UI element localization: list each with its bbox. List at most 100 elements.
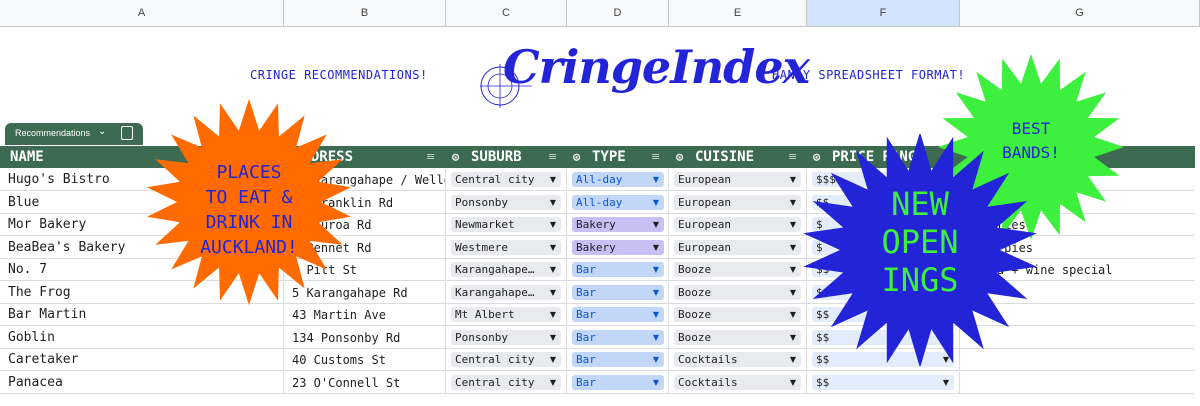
- cell-name[interactable]: Panacea: [0, 371, 284, 394]
- dropdown-arrow-icon[interactable]: ▼: [653, 352, 659, 367]
- dropdown-arrow-icon[interactable]: ▼: [550, 307, 556, 322]
- type-chip[interactable]: Bakery ▼: [572, 239, 664, 255]
- price-chip[interactable]: $$ ▼: [812, 374, 954, 390]
- dropdown-arrow-icon[interactable]: ▼: [790, 285, 796, 300]
- header-name[interactable]: NAME: [10, 146, 44, 168]
- dropdown-arrow-icon[interactable]: ▼: [653, 330, 659, 345]
- dropdown-arrow-icon[interactable]: ▼: [550, 375, 556, 390]
- cell-cuisine[interactable]: European ▼: [669, 214, 807, 236]
- dropdown-arrow-icon[interactable]: ▼: [653, 217, 659, 232]
- cell-cuisine[interactable]: European ▼: [669, 191, 807, 214]
- filter-icon[interactable]: ≡: [426, 146, 435, 168]
- cell-name[interactable]: Bar Martin: [0, 304, 284, 326]
- header-type[interactable]: TYPE: [592, 146, 626, 168]
- suburb-chip[interactable]: Westmere ▼: [451, 239, 561, 255]
- cell-type[interactable]: All-day ▼: [567, 191, 669, 214]
- cuisine-chip[interactable]: Booze ▼: [674, 307, 801, 322]
- suburb-chip[interactable]: Mt Albert ▼: [451, 307, 561, 322]
- type-chip[interactable]: Bar ▼: [572, 352, 664, 367]
- type-chip[interactable]: All-day ▼: [572, 194, 664, 210]
- cell-suburb[interactable]: Ponsonby ▼: [446, 191, 567, 214]
- cell-notes[interactable]: [960, 372, 1195, 394]
- type-chip[interactable]: All-day ▼: [572, 172, 664, 187]
- suburb-chip[interactable]: Ponsonby ▼: [451, 194, 561, 210]
- cell-address[interactable]: 134 Ponsonby Rd: [284, 326, 446, 349]
- column-header-e[interactable]: E: [669, 0, 807, 26]
- cell-type[interactable]: Bar ▼: [567, 326, 669, 349]
- dropdown-arrow-icon[interactable]: ▼: [550, 352, 556, 367]
- column-header-g[interactable]: G: [960, 0, 1200, 26]
- cell-cuisine[interactable]: Cocktails ▼: [669, 349, 807, 371]
- dropdown-arrow-icon[interactable]: ▼: [550, 172, 556, 187]
- cell-suburb[interactable]: Mt Albert ▼: [446, 304, 567, 326]
- dropdown-arrow-icon[interactable]: ▼: [550, 330, 556, 345]
- cell-cuisine[interactable]: European ▼: [669, 169, 807, 191]
- cell-type[interactable]: Bakery ▼: [567, 236, 669, 259]
- cell-type[interactable]: Bar ▼: [567, 371, 669, 394]
- dropdown-arrow-icon[interactable]: ▼: [550, 262, 556, 277]
- suburb-chip[interactable]: Karangahape… ▼: [451, 284, 561, 300]
- dropdown-arrow-icon[interactable]: ▼: [790, 217, 796, 232]
- cell-suburb[interactable]: Ponsonby ▼: [446, 326, 567, 349]
- header-suburb[interactable]: SUBURB: [471, 146, 522, 168]
- cuisine-chip[interactable]: Booze ▼: [674, 284, 801, 300]
- dropdown-arrow-icon[interactable]: ▼: [653, 195, 659, 210]
- cell-type[interactable]: Bar ▼: [567, 281, 669, 304]
- cell-cuisine[interactable]: European ▼: [669, 236, 807, 259]
- type-chip[interactable]: Bar ▼: [572, 307, 664, 322]
- cell-suburb[interactable]: Westmere ▼: [446, 236, 567, 259]
- column-header-d[interactable]: D: [567, 0, 669, 26]
- dropdown-arrow-icon[interactable]: ▼: [790, 330, 796, 345]
- cell-address[interactable]: 43 Martin Ave: [284, 304, 446, 326]
- cuisine-chip[interactable]: Cocktails ▼: [674, 352, 801, 367]
- calculator-icon[interactable]: [121, 126, 133, 140]
- cell-suburb[interactable]: Central city ▼: [446, 349, 567, 371]
- dropdown-arrow-icon[interactable]: ▼: [790, 375, 796, 390]
- type-chip[interactable]: Bar ▼: [572, 374, 664, 390]
- cell-suburb[interactable]: Central city ▼: [446, 371, 567, 394]
- dropdown-arrow-icon[interactable]: ▼: [653, 172, 659, 187]
- dropdown-arrow-icon[interactable]: ▼: [653, 307, 659, 322]
- cell-type[interactable]: Bakery ▼: [567, 214, 669, 236]
- dropdown-arrow-icon[interactable]: ▼: [550, 285, 556, 300]
- dropdown-arrow-icon[interactable]: ▼: [790, 307, 796, 322]
- dropdown-arrow-icon[interactable]: ▼: [550, 240, 556, 255]
- cell-type[interactable]: Bar ▼: [567, 259, 669, 281]
- cell-suburb[interactable]: Karangahape… ▼: [446, 281, 567, 304]
- type-chip[interactable]: Bar ▼: [572, 262, 664, 277]
- dropdown-arrow-icon[interactable]: ▼: [550, 217, 556, 232]
- cell-cuisine[interactable]: Booze ▼: [669, 259, 807, 281]
- dropdown-arrow-icon[interactable]: ▼: [790, 262, 796, 277]
- cell-cuisine[interactable]: Booze ▼: [669, 281, 807, 304]
- dropdown-arrow-icon[interactable]: ▼: [790, 195, 796, 210]
- cuisine-chip[interactable]: European ▼: [674, 217, 801, 232]
- cell-address[interactable]: 23 O'Connell St: [284, 371, 446, 394]
- cell-name[interactable]: Caretaker: [0, 349, 284, 371]
- cell-cuisine[interactable]: Cocktails ▼: [669, 371, 807, 394]
- dropdown-arrow-icon[interactable]: ▼: [653, 262, 659, 277]
- cell-type[interactable]: Bar ▼: [567, 349, 669, 371]
- suburb-chip[interactable]: Central city ▼: [451, 172, 561, 187]
- cell-cuisine[interactable]: Booze ▼: [669, 304, 807, 326]
- cell-type[interactable]: Bar ▼: [567, 304, 669, 326]
- dropdown-arrow-icon[interactable]: ▼: [790, 172, 796, 187]
- cuisine-chip[interactable]: Cocktails ▼: [674, 374, 801, 390]
- cell-suburb[interactable]: Karangahape… ▼: [446, 259, 567, 281]
- cuisine-chip[interactable]: European ▼: [674, 194, 801, 210]
- cuisine-chip[interactable]: Booze ▼: [674, 329, 801, 345]
- cell-name[interactable]: Goblin: [0, 326, 284, 349]
- header-cuisine[interactable]: CUISINE: [695, 146, 754, 168]
- suburb-chip[interactable]: Ponsonby ▼: [451, 329, 561, 345]
- column-header-b[interactable]: B: [284, 0, 446, 26]
- dropdown-arrow-icon[interactable]: ▼: [550, 195, 556, 210]
- cell-suburb[interactable]: Newmarket ▼: [446, 214, 567, 236]
- column-header-c[interactable]: C: [446, 0, 567, 26]
- type-chip[interactable]: Bakery ▼: [572, 217, 664, 232]
- cell-address[interactable]: 40 Customs St: [284, 349, 446, 371]
- cuisine-chip[interactable]: Booze ▼: [674, 262, 801, 277]
- table-row[interactable]: Panacea 23 O'Connell St Central city ▼ Bar ▼ C…: [0, 371, 1195, 394]
- dropdown-arrow-icon[interactable]: ▼: [943, 375, 949, 390]
- cuisine-chip[interactable]: European ▼: [674, 172, 801, 187]
- dropdown-arrow-icon[interactable]: ▼: [790, 352, 796, 367]
- column-header-f[interactable]: F: [807, 0, 960, 26]
